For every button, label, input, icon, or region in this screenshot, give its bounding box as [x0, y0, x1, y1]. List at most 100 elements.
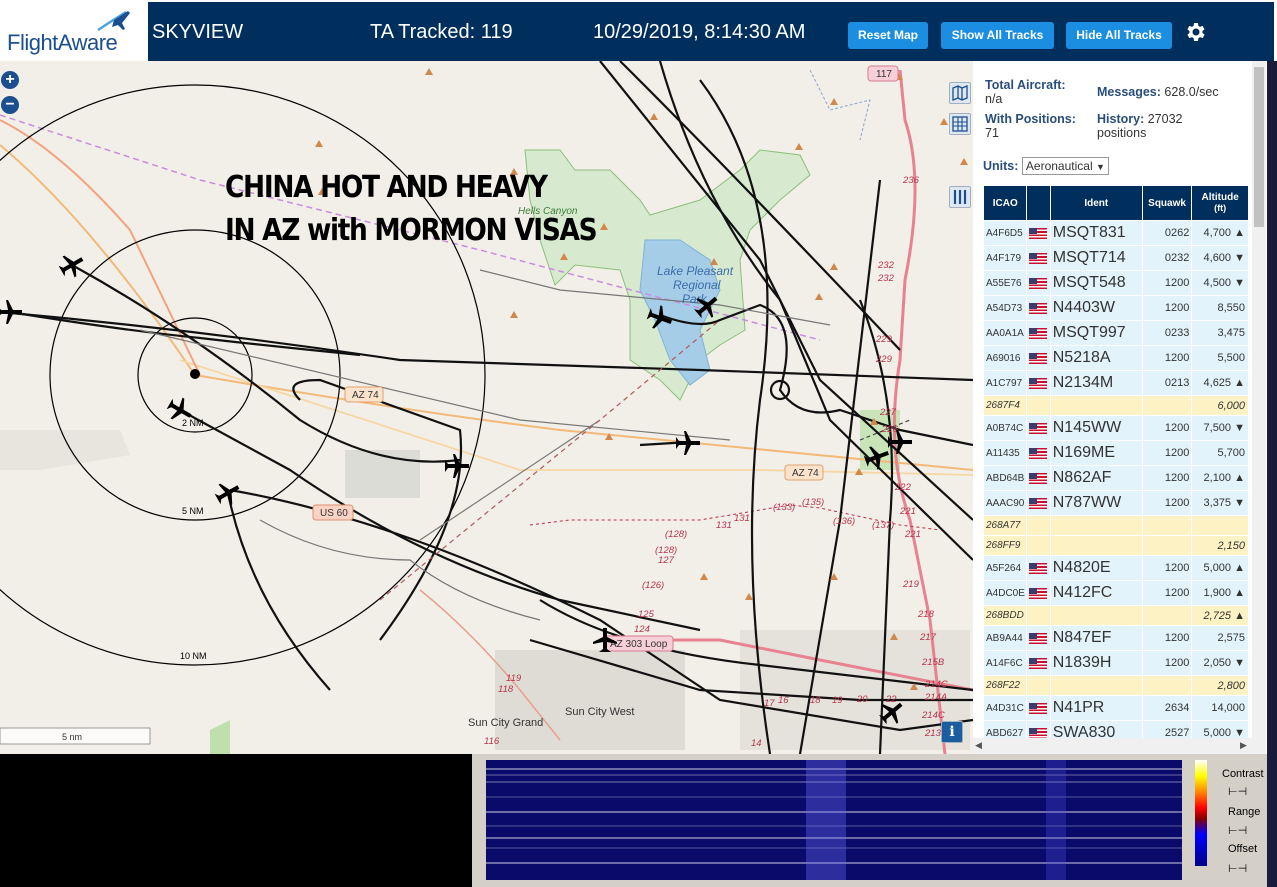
table-row[interactable]: AA0A1A MSQT997 0233 3,475 — [984, 321, 1248, 345]
cell-altitude — [1192, 516, 1248, 535]
svg-text:(136): (136) — [833, 516, 855, 527]
scrollbar-thumb[interactable] — [1254, 67, 1264, 227]
gear-icon[interactable] — [1183, 20, 1207, 44]
table-row[interactable]: AAAC90 N787WW 1200 3,375 ▼ — [984, 491, 1248, 515]
table-row[interactable]: A69016 N5218A 1200 5,500 — [984, 346, 1248, 370]
cell-squawk: 0233 — [1142, 321, 1192, 345]
col-flag[interactable] — [1027, 186, 1050, 220]
top-header: FlightAware SKYVIEW TA Tracked: 119 10/2… — [0, 0, 1277, 61]
contrast-slider[interactable]: ⊢⊣ — [1228, 785, 1247, 798]
zoom-in-button[interactable]: + — [1, 71, 19, 89]
waterfall-panel: Contrast ⊢⊣ Range ⊢⊣ Offset ⊢⊣ — [472, 754, 1267, 887]
map-view[interactable]: AZ 74 AZ 74 US 60 AZ 303 Loop 117 236 232… — [0, 61, 973, 754]
svg-text:227: 227 — [879, 407, 897, 418]
table-row[interactable]: A4D31C N41PR 2634 14,000 — [984, 696, 1248, 720]
total-aircraft-stat: Total Aircraft: n/a — [985, 78, 1066, 106]
cell-altitude: 4,600 ▼ — [1192, 246, 1248, 270]
table-row[interactable]: A0B74C N145WW 1200 7,500 ▼ — [984, 416, 1248, 440]
cell-flag — [1027, 491, 1050, 515]
cell-squawk — [1142, 396, 1192, 415]
table-row[interactable]: A55E76 MSQT548 1200 4,500 ▼ — [984, 271, 1248, 295]
table-row[interactable]: 2687F4 6,000 — [984, 396, 1248, 415]
us-flag-icon — [1029, 277, 1048, 289]
table-row[interactable]: 268F22 2,800 — [984, 676, 1248, 695]
table-row[interactable]: A14F6C N1839H 1200 2,050 ▼ — [984, 651, 1248, 675]
table-row[interactable]: A4F6D5 MSQT831 0262 4,700 ▲ — [984, 221, 1248, 245]
svg-text:236: 236 — [902, 175, 920, 186]
aircraft-table: ICAO Ident Squawk Altitude (ft) A4F6D5 MSQ… — [983, 185, 1249, 746]
map-layer-icon — [952, 85, 968, 101]
cell-ident: N412FC — [1050, 581, 1142, 605]
cell-altitude: 3,375 ▼ — [1192, 491, 1248, 515]
table-row[interactable]: A54D73 N4403W 1200 8,550 — [984, 296, 1248, 320]
us-flag-icon — [1029, 702, 1048, 714]
svg-text:14: 14 — [751, 738, 762, 749]
table-row[interactable]: A4F179 MSQT714 0232 4,600 ▼ — [984, 246, 1248, 270]
table-row[interactable]: AB9A44 N847EF 1200 2,575 — [984, 626, 1248, 650]
cell-icao: A4F179 — [984, 246, 1027, 270]
table-row[interactable]: A1C797 N2134M 0213 4,625 ▲ — [984, 371, 1248, 395]
overlay-line-2: IN AZ with MORMON VISAS — [225, 213, 598, 248]
panel-horizontal-scrollbar[interactable]: ◀ ▶ — [973, 738, 1252, 754]
airplane-icon[interactable] — [0, 300, 22, 324]
road-label-us60: US 60 — [320, 508, 348, 519]
cell-icao: 268A77 — [984, 516, 1027, 535]
table-row[interactable]: 268BDD 2,725 ▲ — [984, 606, 1248, 625]
col-squawk[interactable]: Squawk — [1142, 186, 1192, 220]
cell-squawk: 1200 — [1142, 346, 1192, 370]
table-row[interactable]: 268A77 — [984, 516, 1248, 535]
svg-text:221: 221 — [899, 506, 916, 517]
grid-button[interactable] — [949, 113, 971, 135]
history-value: 27032 — [1147, 112, 1183, 126]
offset-slider[interactable]: ⊢⊣ — [1228, 862, 1247, 875]
airplane-icon[interactable] — [56, 249, 89, 282]
table-row[interactable]: 268FF9 2,150 — [984, 536, 1248, 555]
cell-icao: A14F6C — [984, 651, 1027, 675]
airplane-icon[interactable] — [445, 454, 469, 478]
ring-label-5nm: 5 NM — [182, 506, 204, 516]
table-row[interactable]: A11435 N169ME 1200 5,700 — [984, 441, 1248, 465]
svg-text:229: 229 — [875, 354, 893, 365]
cell-altitude: 8,550 — [1192, 296, 1248, 320]
range-slider[interactable]: ⊢⊣ — [1228, 824, 1247, 837]
svg-text:214C: 214C — [921, 710, 945, 721]
cell-altitude: 3,475 — [1192, 321, 1248, 345]
reset-map-button[interactable]: Reset Map — [848, 22, 928, 49]
units-select[interactable]: Aeronautical ▼ — [1021, 157, 1109, 175]
svg-text:219: 219 — [902, 579, 920, 590]
info-button[interactable]: i — [941, 721, 963, 743]
table-row[interactable]: A4DC0E N412FC 1200 1,900 ▲ — [984, 581, 1248, 605]
place-regional: Regional — [673, 278, 721, 292]
col-altitude[interactable]: Altitude (ft) — [1192, 186, 1248, 220]
cell-ident: N5218A — [1050, 346, 1142, 370]
place-sun-city-west: Sun City West — [565, 706, 635, 718]
table-row[interactable]: ABD64B N862AF 1200 2,100 ▲ — [984, 466, 1248, 490]
datetime-display: 10/29/2019, 8:14:30 AM — [593, 21, 806, 43]
map-layer-button[interactable] — [949, 82, 971, 104]
cell-squawk: 1200 — [1142, 271, 1192, 295]
cell-altitude: 5,500 — [1192, 346, 1248, 370]
scroll-left-icon[interactable]: ◀ — [975, 740, 982, 751]
zoom-out-button[interactable]: − — [1, 96, 19, 114]
panel-scrollbar[interactable] — [1252, 61, 1266, 754]
cell-altitude: 5,000 ▲ — [1192, 556, 1248, 580]
scroll-right-icon[interactable]: ▶ — [1240, 740, 1247, 751]
airplane-icon[interactable] — [212, 477, 245, 510]
flightaware-logo[interactable]: FlightAware — [0, 2, 148, 61]
cell-icao: A55E76 — [984, 271, 1027, 295]
col-icao[interactable]: ICAO — [984, 186, 1027, 220]
units-control: Units: Aeronautical ▼ — [983, 157, 1109, 175]
positions-value: 71 — [985, 126, 999, 140]
cell-icao: A11435 — [984, 441, 1027, 465]
columns-button[interactable] — [949, 186, 971, 208]
col-ident[interactable]: Ident — [1050, 186, 1142, 220]
table-row[interactable]: A5F264 N4820E 1200 5,000 ▲ — [984, 556, 1248, 580]
hide-all-tracks-button[interactable]: Hide All Tracks — [1066, 22, 1172, 49]
cell-squawk: 1200 — [1142, 416, 1192, 440]
map-canvas[interactable]: AZ 74 AZ 74 US 60 AZ 303 Loop 117 236 232… — [0, 61, 973, 754]
history-stat: History: 27032 positions — [1097, 112, 1182, 140]
cell-icao: A4D31C — [984, 696, 1027, 720]
cell-flag — [1027, 581, 1050, 605]
show-all-tracks-button[interactable]: Show All Tracks — [941, 22, 1054, 49]
cell-ident — [1050, 396, 1142, 415]
